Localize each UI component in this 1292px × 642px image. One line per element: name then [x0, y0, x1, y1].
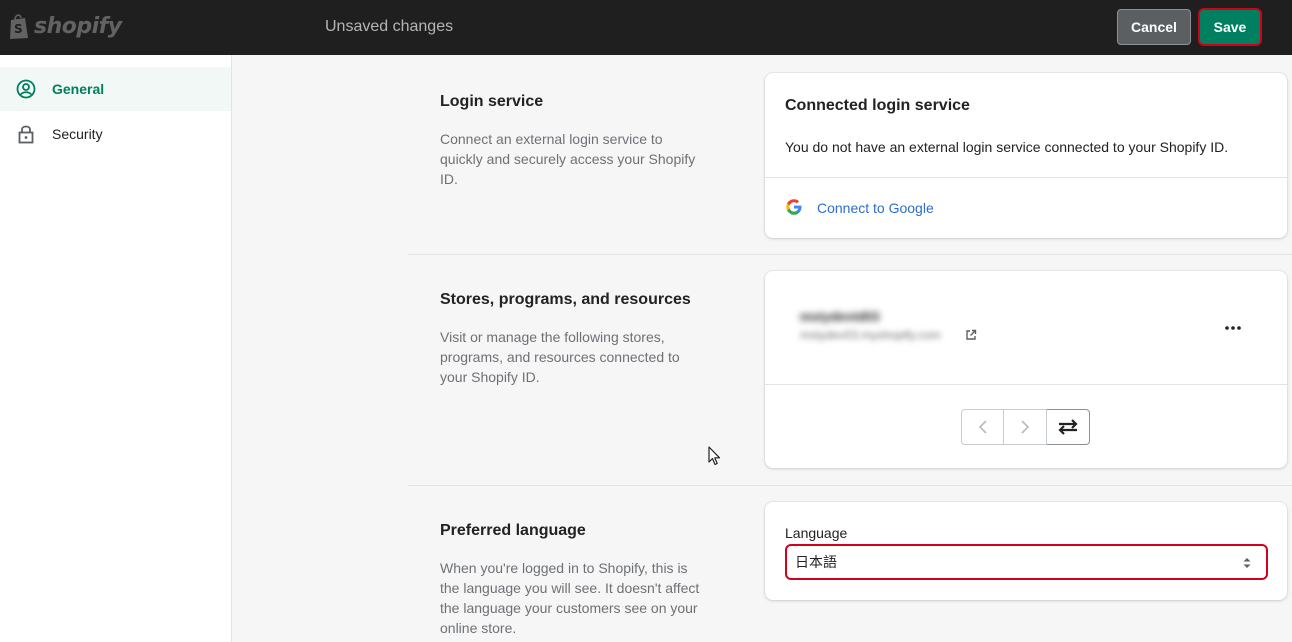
cancel-button[interactable]: Cancel [1117, 9, 1191, 45]
stores-card: mstydevtd03 mstydev03.myshopify.com [765, 271, 1287, 468]
store-url[interactable]: mstydev03.myshopify.com [800, 328, 941, 342]
sidebar-item-security[interactable]: Security [0, 112, 231, 156]
more-horizontal-icon[interactable] [1221, 321, 1245, 335]
chevron-right-icon [1021, 420, 1030, 434]
stores-description: Visit or manage the following stores, pr… [440, 329, 680, 385]
save-button[interactable]: Save [1198, 8, 1262, 46]
shopify-bag-icon: S [10, 14, 28, 39]
sidebar-item-label: General [52, 81, 105, 97]
login-service-title: Login service [440, 93, 544, 110]
sidebar-item-label: Security [52, 126, 103, 142]
profile-icon [16, 79, 36, 99]
section-divider [408, 254, 1292, 255]
store-name[interactable]: mstydevtd03 [800, 309, 879, 324]
shopify-logo: S shopify [8, 12, 122, 40]
preferred-language-description: When you're logged in to Shopify, this i… [440, 560, 700, 636]
stores-title: Stores, programs, and resources [440, 291, 691, 308]
svg-text:S: S [14, 22, 23, 36]
chevron-left-icon [978, 420, 987, 434]
connected-login-service-card: Connected login service You do not have … [765, 73, 1287, 238]
login-service-description: Connect an external login service to qui… [440, 131, 696, 187]
external-link-icon[interactable] [965, 328, 977, 340]
connect-to-google-link[interactable]: Connect to Google [817, 200, 934, 216]
top-bar: S shopify Unsaved changes Cancel Save [0, 0, 1292, 55]
unsaved-changes-text: Unsaved changes [325, 18, 454, 35]
card-text: You do not have an external login servic… [785, 139, 1229, 155]
language-select-value: 日本語 [795, 555, 837, 571]
sidebar-item-general[interactable]: General [0, 67, 231, 111]
mouse-cursor-icon [708, 446, 721, 466]
card-divider [765, 384, 1287, 385]
card-heading: Connected login service [785, 97, 970, 114]
lock-icon [16, 124, 36, 144]
section-divider [408, 485, 1292, 486]
card-divider [765, 177, 1287, 178]
sidebar: General Security [0, 55, 232, 642]
next-page-button[interactable] [1004, 409, 1047, 445]
select-arrows-icon [1243, 558, 1251, 568]
preferred-language-title: Preferred language [440, 522, 586, 539]
language-field-label: Language [785, 525, 848, 541]
google-icon [785, 198, 803, 216]
pagination [961, 409, 1090, 445]
shopify-wordmark: shopify [34, 13, 122, 39]
language-card: Language 日本語 [765, 502, 1287, 600]
switch-account-button[interactable] [1047, 409, 1090, 445]
previous-page-button[interactable] [961, 409, 1004, 445]
swap-arrows-icon [1058, 419, 1078, 435]
language-select[interactable]: 日本語 [785, 544, 1268, 580]
